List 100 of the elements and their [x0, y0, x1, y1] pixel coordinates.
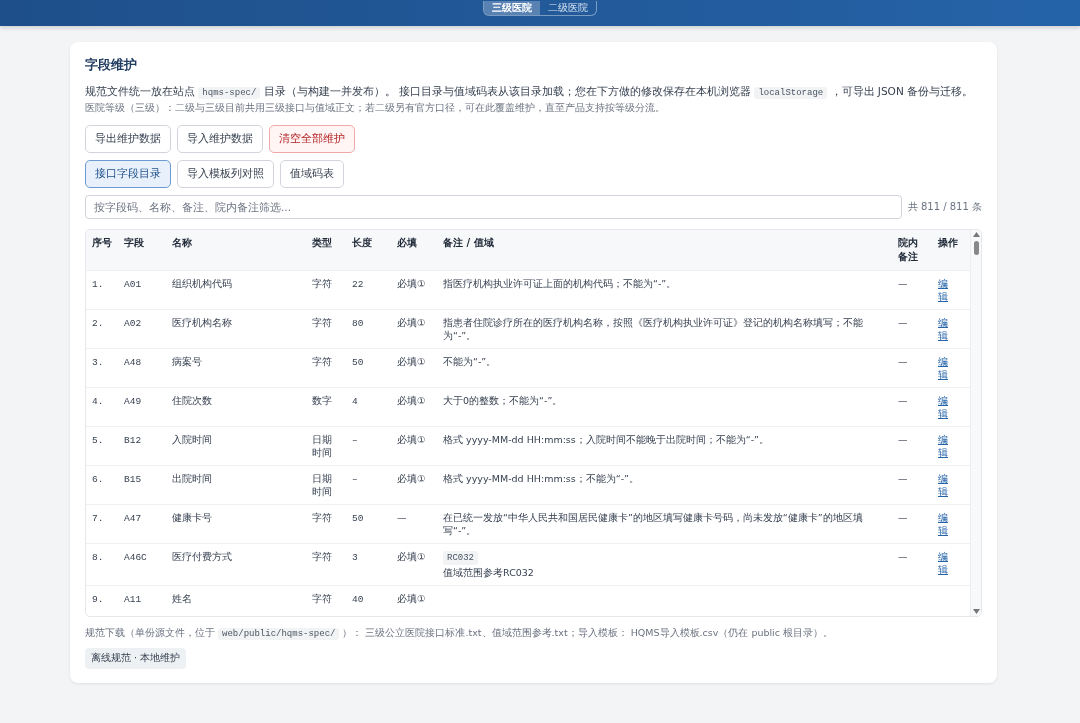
- column-header: 备注 / 值域: [443, 237, 494, 248]
- action-button[interactable]: 导入维护数据: [177, 125, 263, 153]
- scrollbar[interactable]: [970, 230, 981, 616]
- edit-link[interactable]: 编辑: [938, 433, 948, 459]
- field-type: 字符: [312, 317, 332, 328]
- remark-text: —: [898, 434, 908, 445]
- field-name: 医疗付费方式: [172, 551, 232, 562]
- scrollbar-thumb[interactable]: [973, 241, 979, 255]
- column-header: 长度: [352, 237, 372, 248]
- required-text: —: [397, 512, 407, 523]
- field-code: A11: [124, 594, 142, 605]
- field-name: 住院次数: [172, 395, 212, 406]
- column-header: 类型: [312, 237, 332, 248]
- field-name: 健康卡号: [172, 512, 212, 523]
- row-number: 4.: [92, 396, 104, 407]
- intro-text: 规范文件统一放在站点 hqms-spec/ 目录（与构建一并发布）。 接口目录与值域码表从该目录加载；您在下方做的修改保存在本机浏览器 localStorage ，可导出 JSON 备份与迁移。: [85, 84, 975, 101]
- field-length: –: [352, 474, 358, 485]
- column-header: 必填: [397, 237, 417, 248]
- column-header: 序号: [92, 237, 112, 248]
- remark-text: —: [898, 395, 908, 406]
- field-name: 出院时间: [172, 473, 212, 484]
- scroll-down-icon[interactable]: [972, 609, 980, 614]
- field-code: A01: [124, 279, 142, 290]
- note-text: 大于0的整数；不能为“-”。: [443, 395, 563, 406]
- field-type: 字符: [312, 512, 332, 523]
- edit-link[interactable]: 编辑: [938, 277, 948, 303]
- field-code: A02: [124, 318, 142, 329]
- field-type: 数字: [312, 395, 332, 406]
- column-header: 名称: [172, 237, 192, 248]
- field-length: 50: [352, 357, 364, 368]
- tab[interactable]: 导入模板列对照: [177, 160, 274, 188]
- field-type: 字符: [312, 356, 332, 367]
- field-code: A47: [124, 513, 142, 524]
- field-code: A48: [124, 357, 142, 368]
- field-length: 4: [352, 396, 358, 407]
- required-text: 必填①: [397, 473, 426, 484]
- scroll-up-icon[interactable]: [972, 232, 980, 237]
- field-length: 50: [352, 513, 364, 524]
- field-type: 日期时间: [312, 473, 332, 497]
- edit-link[interactable]: 编辑: [938, 472, 948, 498]
- required-text: 必填①: [397, 434, 426, 445]
- edit-link[interactable]: 编辑: [938, 355, 948, 381]
- field-code: A46C: [124, 552, 147, 563]
- remark-text: —: [898, 512, 908, 523]
- note-text: 在已统一发放“中华人民共和国居民健康卡”的地区填写健康卡号码，尚未发放“健康卡”的地区填写“-”。: [443, 512, 863, 536]
- remark-text: —: [898, 473, 908, 484]
- field-name: 病案号: [172, 356, 202, 367]
- note-text: 格式 yyyy-MM-dd HH:mm:ss；不能为“-”。: [443, 473, 640, 484]
- level-tab[interactable]: 三级医院: [484, 1, 540, 15]
- field-code: B15: [124, 474, 142, 485]
- field-code: B12: [124, 435, 142, 446]
- remark-text: —: [898, 278, 908, 289]
- tab[interactable]: 值域码表: [280, 160, 344, 188]
- filter-field[interactable]: 按字段码、名称、备注、院内备注筛选...: [85, 195, 902, 219]
- column-header: 院内备注: [898, 237, 918, 262]
- field-name: 组织机构代码: [172, 278, 232, 289]
- download-note: 规范下载（单份源文件，位于 web/public/hqms-spec/ ）： 三级公立医院接口标准.txt、值域范围参考.txt；导入模板： HQMS导入模板.csv（仍在 public 根目录）。: [85, 627, 834, 640]
- remark-text: —: [898, 317, 908, 328]
- field-name: 姓名: [172, 593, 192, 604]
- remark-text: —: [898, 551, 908, 562]
- note-text: 不能为“-”。: [443, 356, 497, 367]
- level-note: 医院等级（三级）：二级与三级目前共用三级接口与值域正文；若二级另有官方口径，可在此覆盖维护，直至产品支持按等级分流。: [85, 101, 666, 115]
- edit-link[interactable]: 编辑: [938, 394, 948, 420]
- field-name: 医疗机构名称: [172, 317, 232, 328]
- result-count: 共 811 / 811 条: [907, 200, 982, 214]
- note-text: 值域范围参考RC032: [443, 567, 534, 578]
- row-number: 1.: [92, 279, 104, 290]
- row-number: 9.: [92, 594, 104, 605]
- field-length: 22: [352, 279, 364, 290]
- edit-link[interactable]: 编辑: [938, 511, 948, 537]
- tab[interactable]: 接口字段目录: [85, 160, 171, 188]
- field-name: 入院时间: [172, 434, 212, 445]
- action-button[interactable]: 导出维护数据: [85, 125, 171, 153]
- status-badge: 离线规范 · 本地维护: [85, 648, 187, 669]
- row-number: 7.: [92, 513, 104, 524]
- row-number: 3.: [92, 357, 104, 368]
- edit-link[interactable]: 编辑: [938, 550, 948, 576]
- field-type: 字符: [312, 278, 332, 289]
- clear-button[interactable]: 清空全部维护: [269, 125, 355, 153]
- note-text: 指医疗机构执业许可证上面的机构代码；不能为“-”。: [443, 278, 677, 289]
- required-text: 必填①: [397, 356, 426, 367]
- row-number: 6.: [92, 474, 104, 485]
- level-tab[interactable]: 二级医院: [540, 1, 596, 15]
- required-text: 必填①: [397, 278, 426, 289]
- field-length: 3: [352, 552, 358, 563]
- field-type: 字符: [312, 593, 332, 604]
- column-header: 操作: [938, 237, 958, 248]
- remark-text: —: [898, 356, 908, 367]
- edit-link[interactable]: 编辑: [938, 316, 948, 342]
- row-number: 5.: [92, 435, 104, 446]
- field-code: A49: [124, 396, 142, 407]
- row-number: 2.: [92, 318, 104, 329]
- field-length: –: [352, 435, 358, 446]
- field-type: 字符: [312, 551, 332, 562]
- section-title: 字段维护: [85, 56, 138, 74]
- column-header: 字段: [124, 237, 144, 248]
- note-text: 格式 yyyy-MM-dd HH:mm:ss；入院时间不能晚于出院时间；不能为“-”。: [443, 434, 770, 445]
- field-length: 40: [352, 594, 364, 605]
- code-tag: RC032: [443, 551, 478, 565]
- required-text: 必填①: [397, 551, 426, 562]
